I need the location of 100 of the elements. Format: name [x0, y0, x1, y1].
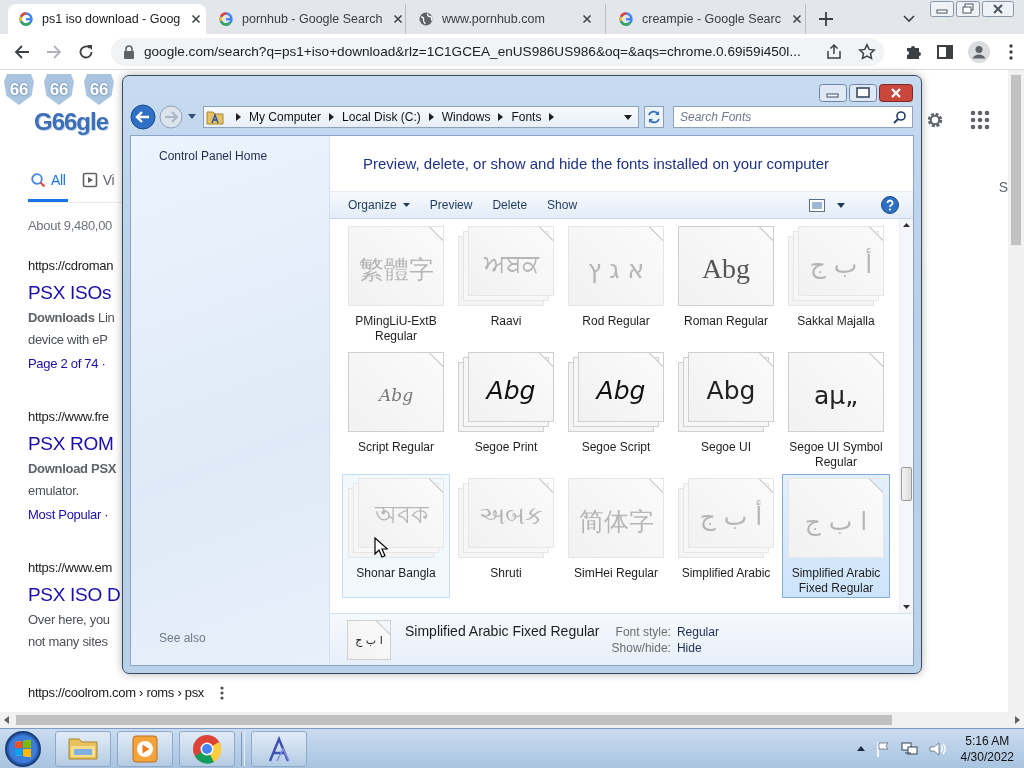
search-field[interactable]: Search Fonts	[673, 106, 913, 128]
clock-date[interactable]: 4/30/2022	[960, 748, 1014, 765]
result-stats: About 9,480,00	[28, 217, 112, 235]
lock-icon	[123, 44, 135, 59]
restore-icon[interactable]	[956, 1, 980, 17]
caret-icon	[624, 114, 632, 120]
maximize-icon[interactable]	[849, 84, 877, 102]
font-item[interactable]: 繁體字 PMingLiU-ExtB Regular	[342, 222, 450, 346]
navigation-link[interactable]: Control Panel Home	[159, 149, 329, 163]
more-dots-icon[interactable]	[220, 686, 225, 700]
font-item[interactable]: Abg Script Regular	[342, 348, 450, 472]
close-icon[interactable]	[982, 1, 1014, 17]
result-title[interactable]: PSX ROM	[28, 430, 114, 458]
video-icon	[81, 172, 98, 188]
share-icon[interactable]	[825, 42, 843, 61]
font-preview: Abg	[678, 226, 774, 306]
search-icon[interactable]	[893, 110, 907, 124]
snippet-text: emulator.	[28, 482, 79, 500]
refresh-icon[interactable]	[644, 106, 664, 128]
scroll-thumb[interactable]	[901, 467, 912, 501]
minimize-icon[interactable]	[930, 1, 954, 17]
scroll-thumb[interactable]	[16, 715, 892, 725]
profile-icon[interactable]	[968, 40, 990, 63]
toolbar-button[interactable]: Delete	[482, 194, 538, 216]
address-bar[interactable]: google.com/search?q=ps1+iso+download&rlz=1C1GCEA_enUS986US986&oq=&aqs=chrome.0.69i59i450l...	[111, 37, 884, 66]
route-shield: 66	[44, 74, 74, 105]
result-url: https://www.fre	[28, 408, 109, 426]
font-item[interactable]: Abg Segoe Print	[452, 348, 560, 472]
chevron-right-icon	[428, 113, 434, 121]
clock-time[interactable]: 5:16 AM	[960, 732, 1014, 749]
google-icon	[18, 11, 34, 27]
toolbar-button[interactable]: Organize	[338, 194, 420, 216]
font-item[interactable]: 简体字 SimHei Regular	[562, 474, 670, 598]
toolbar-button[interactable]: Preview	[419, 194, 483, 216]
snippet-text: Downloads Lin	[28, 309, 115, 327]
font-item[interactable]: Abg Roman Regular	[672, 222, 780, 346]
font-item[interactable]: aμ„ Segoe UI Symbol Regular	[782, 348, 890, 472]
taskbar-button[interactable]	[251, 730, 307, 767]
apps-grid-icon[interactable]	[970, 110, 990, 130]
section-heading: See also	[159, 631, 207, 645]
property-value: Regular	[676, 624, 719, 639]
reload-icon[interactable]	[77, 42, 95, 61]
font-item[interactable]: ਅਬਕ Raavi	[452, 222, 560, 346]
address-field[interactable]: My Computer Local Disk (C:) Windows Fonts	[203, 106, 639, 128]
snippet-text: not many sites	[28, 633, 108, 651]
font-item[interactable]: অবক Shonar Bangla	[342, 474, 450, 598]
close-icon[interactable]	[879, 84, 913, 102]
scrollbar[interactable]	[0, 712, 1024, 728]
globe-icon	[418, 11, 434, 27]
view-icon[interactable]	[809, 198, 825, 212]
font-preview: ا ب ج	[347, 619, 391, 660]
search-tab[interactable]: Vi	[79, 168, 117, 202]
scrollbar[interactable]	[1008, 70, 1024, 712]
font-item[interactable]: Abg Segoe Script	[562, 348, 670, 472]
browser-tab[interactable]: ps1 iso download - Goog	[8, 4, 206, 34]
help-icon[interactable]	[881, 196, 899, 214]
new-tab-icon[interactable]	[816, 9, 836, 29]
result-url: https://cdroman	[28, 257, 114, 275]
font-item[interactable]: Abg Segoe UI	[672, 348, 780, 472]
font-preview: ا ب ج	[788, 478, 884, 558]
down-arrow-icon	[903, 605, 910, 609]
minimize-icon[interactable]	[819, 84, 847, 102]
flag-icon[interactable]	[874, 740, 891, 757]
property-label: Font style:	[614, 624, 671, 639]
menu-dots-icon[interactable]	[1008, 42, 1014, 61]
chevron-right-icon	[498, 113, 504, 121]
result-link[interactable]: Page 2 of 74 ·	[28, 353, 106, 375]
sidebar-icon[interactable]	[936, 42, 954, 61]
taskbar-button[interactable]	[117, 730, 173, 767]
scroll-thumb[interactable]	[1011, 75, 1021, 245]
fonts-folder-icon	[206, 109, 224, 125]
result-title[interactable]: PSX ISOs	[28, 279, 112, 307]
font-preview: অবক	[348, 478, 444, 558]
font-preview: 繁體字	[348, 226, 444, 306]
result-link[interactable]: Most Popular ·	[28, 504, 109, 526]
font-preview: א ג ץ	[568, 226, 664, 306]
font-preview: أ ب ج	[788, 226, 884, 306]
toolbar-button[interactable]: Show	[537, 194, 588, 216]
taskbar-button[interactable]	[179, 730, 235, 767]
search-tab[interactable]: S	[998, 179, 1008, 195]
search-tab[interactable]: All	[28, 168, 68, 202]
back-arrow-icon[interactable]	[13, 42, 31, 61]
caret-icon[interactable]	[837, 202, 845, 208]
start-button-icon[interactable]	[3, 728, 43, 768]
result-title[interactable]: PSX ISO D	[28, 581, 121, 609]
google-logo[interactable]: G66gle	[34, 108, 109, 136]
font-item[interactable]: અબક Shruti	[452, 474, 560, 598]
caret-icon	[402, 203, 410, 207]
font-preview: Abg	[678, 352, 774, 432]
property-value: Hide	[676, 640, 703, 655]
google-icon	[618, 11, 634, 27]
network-icon[interactable]	[900, 740, 919, 757]
tray-arrow-icon[interactable]	[856, 746, 865, 751]
font-preview: aμ„	[788, 352, 884, 432]
scrollbar[interactable]	[899, 219, 913, 613]
font-preview: Abg	[458, 352, 554, 432]
star-icon[interactable]	[858, 42, 876, 61]
volume-icon[interactable]	[928, 740, 947, 757]
caret-icon[interactable]	[188, 114, 196, 120]
chevron-right-icon	[236, 113, 241, 121]
